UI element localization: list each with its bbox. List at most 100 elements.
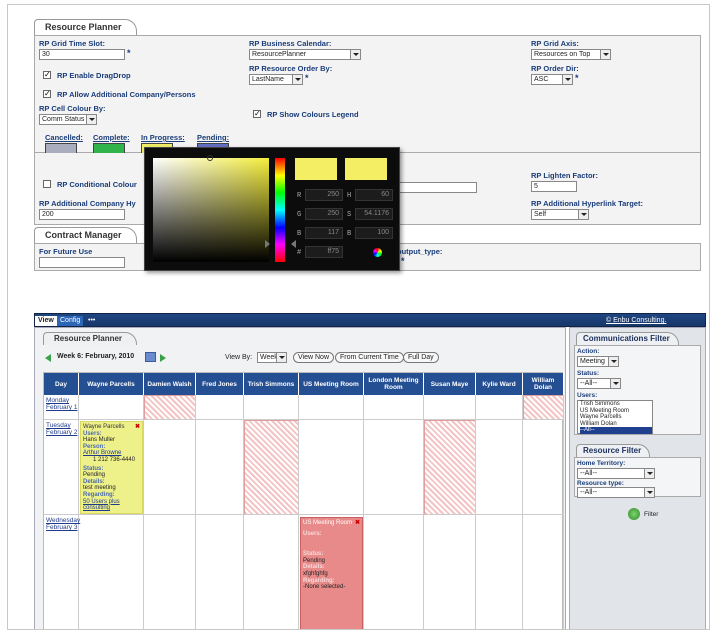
column-header[interactable]: William Dolan [523,373,564,395]
grid-cell[interactable] [244,515,299,629]
picker-hex-input[interactable]: ff75 [305,246,343,258]
additional-company-input[interactable]: 200 [39,209,125,220]
grid-time-slot-input[interactable]: 30 [39,49,125,60]
picker-r-input[interactable]: 250 [305,189,343,201]
column-header[interactable]: Fred Jones [196,373,244,395]
filter-button-label[interactable]: Filter [644,511,658,518]
column-header[interactable]: London Meeting Room [364,373,424,395]
hidden-text-input[interactable] [395,182,477,193]
hyperlink-target-select[interactable]: Self [531,209,589,220]
grid-cell[interactable] [364,515,424,629]
business-calendar-select[interactable]: ResourcePlanner [249,49,361,60]
next-week-arrow-icon[interactable] [160,354,166,362]
column-header[interactable]: Susan Maye [424,373,476,395]
grid-cell[interactable] [523,515,564,629]
view-now-button[interactable]: View Now [293,352,334,363]
column-header[interactable]: Kylie Ward [476,373,523,395]
phone-value[interactable]: 1 212 736-4440 [83,457,140,464]
tab-more[interactable]: ••• [85,316,98,326]
event-owner[interactable]: Wayne Parcells [83,424,124,431]
grid-cell[interactable] [523,420,564,515]
full-day-button[interactable]: Full Day [403,352,439,363]
grid-cell[interactable] [144,420,196,515]
column-header[interactable]: Damien Walsh [144,373,196,395]
filter-icon[interactable] [628,508,640,520]
enbu-consulting-link[interactable]: © Enbu Consulting. [603,316,669,326]
day-name[interactable]: Wednesday [46,517,80,524]
grid-cell[interactable] [196,515,244,629]
resource-type-select[interactable]: --All-- [577,487,655,498]
unavailable-cell[interactable] [424,420,476,515]
unavailable-cell[interactable] [523,395,564,420]
users-option-selected[interactable]: --All-- [580,427,652,434]
day-date[interactable]: February 3 [46,524,78,531]
home-territory-select[interactable]: --All-- [577,468,655,479]
grid-cell[interactable] [364,395,424,420]
color-picker-popup[interactable]: R 250 H 60 G 250 S 54.1176 B 117 B 100 #… [144,147,400,271]
tab-contract-manager[interactable]: Contract Manager [34,227,137,243]
enable-dragdrop-checkbox[interactable]: ✓ [43,71,51,79]
unavailable-cell[interactable] [244,420,299,515]
picker-s-input[interactable]: 54.1176 [355,208,393,220]
grid-cell[interactable] [364,420,424,515]
grid-cell[interactable] [299,395,364,420]
saturation-value-field[interactable] [153,158,269,262]
grid-cell[interactable] [424,395,476,420]
color-wheel-icon[interactable] [373,248,382,257]
day-link[interactable]: Monday February 1 [46,397,78,411]
day-date[interactable]: February 1 [46,404,78,411]
users-listbox[interactable]: Trish Simmons US Meeting Room Wayne Parc… [577,400,653,434]
grid-cell[interactable] [196,395,244,420]
day-link[interactable]: Wednesday February 3 [46,517,80,531]
previous-week-arrow-icon[interactable] [45,354,51,362]
unavailable-cell[interactable] [144,395,196,420]
event-owner[interactable]: US Meeting Room [303,520,352,527]
grid-cell[interactable] [476,395,523,420]
lighten-factor-input[interactable]: 5 [531,181,577,192]
hue-slider-handle-left-icon[interactable] [265,240,270,248]
grid-cell[interactable] [79,395,144,420]
grid-cell[interactable] [476,515,523,629]
day-name[interactable]: Tuesday [46,422,78,429]
view-by-select[interactable]: Week [257,352,287,363]
conditional-colour-checkbox[interactable] [43,180,51,188]
color-cursor[interactable] [207,155,213,161]
picker-h-input[interactable]: 60 [355,189,393,201]
action-select[interactable]: Meeting [577,356,619,367]
event-card-pending[interactable]: US Meeting Room ✖ Users: Status: Pending Deta… [300,517,363,629]
delete-icon[interactable]: ✖ [355,520,360,527]
tab-view[interactable]: View [35,316,57,326]
tab-config[interactable]: Config [57,316,84,326]
person-link[interactable]: Arthur Browne [83,450,140,457]
day-date[interactable]: February 2 [46,429,78,436]
column-header[interactable]: Day [44,373,79,395]
order-dir-select[interactable]: ASC [531,74,573,85]
delete-icon[interactable]: ✖ [135,424,140,431]
grid-cell[interactable] [424,515,476,629]
column-header[interactable]: Trish Simmons [244,373,299,395]
grid-cell[interactable] [196,420,244,515]
grid-cell[interactable] [44,515,79,629]
grid-axis-select[interactable]: Resources on Top [531,49,611,60]
future-use-input[interactable] [39,257,125,268]
hue-slider-handle-right-icon[interactable] [291,240,296,248]
grid-cell[interactable] [476,420,523,515]
day-link[interactable]: Tuesday February 2 [46,422,78,436]
column-header[interactable]: US Meeting Room [299,373,364,395]
picker-g-input[interactable]: 250 [305,208,343,220]
grid-cell[interactable] [299,420,364,515]
tab-resource-planner[interactable]: Resource Planner [34,19,137,35]
picker-b-input[interactable]: 117 [305,227,343,239]
hue-slider[interactable] [275,158,285,262]
allow-additional-checkbox[interactable]: ✓ [43,90,51,98]
show-colours-legend-checkbox[interactable]: ✓ [253,110,261,118]
grid-cell[interactable] [144,515,196,629]
from-current-time-button[interactable]: From Current Time [335,352,404,363]
grid-cell[interactable] [244,395,299,420]
resource-order-select[interactable]: LastName [249,74,303,85]
tab-resource-planner-view[interactable]: Resource Planner [43,332,138,345]
calendar-icon[interactable] [145,352,156,362]
picker-bv-input[interactable]: 100 [355,227,393,239]
event-card-in-progress[interactable]: Wayne Parcells ✖ Users: Hans Muller Person: A… [80,421,143,514]
regarding-link[interactable]: 50 Users plus consulting [83,499,140,512]
